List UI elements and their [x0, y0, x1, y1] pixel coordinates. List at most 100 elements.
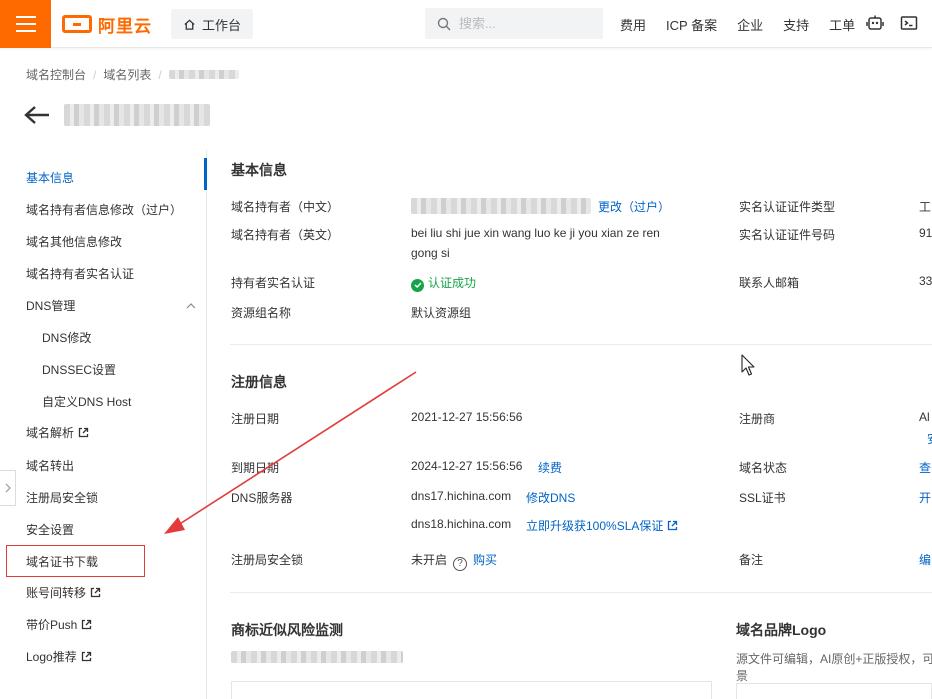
mouse-cursor-icon — [741, 354, 755, 376]
sidebar-item-label: 自定义DNS Host — [42, 395, 132, 409]
chevron-right-icon — [5, 483, 11, 493]
back-arrow-icon[interactable] — [24, 105, 50, 125]
sidebar-item-label: Logo推荐 — [26, 650, 77, 664]
sidebar-item-owner-transfer[interactable]: 域名持有者信息修改（过户） — [26, 201, 182, 218]
registry-lock-status: 未开启? 购买 — [411, 551, 497, 571]
remark-value[interactable]: 编 — [919, 551, 931, 568]
basic-info-title: 基本信息 — [231, 162, 287, 178]
page-title-domain-redacted — [64, 104, 210, 126]
sidebar-item-other-info[interactable]: 域名其他信息修改 — [26, 233, 122, 250]
breadcrumb-domain-console[interactable]: 域名控制台 — [26, 66, 86, 83]
external-link-icon — [668, 520, 678, 531]
cert-number-value: 91 — [919, 226, 932, 240]
sidebar-item-label: DNSSEC设置 — [42, 363, 117, 377]
trademark-card — [231, 681, 712, 699]
resource-group-value: 默认资源组 — [411, 306, 472, 320]
external-link-icon — [78, 427, 89, 438]
sidebar-item-label: DNS修改 — [42, 331, 92, 345]
section-divider — [230, 344, 932, 345]
sidebar-item-basic-info[interactable]: 基本信息 — [26, 169, 74, 186]
sidebar-item-label: 基本信息 — [26, 171, 75, 185]
help-icon[interactable]: ? — [453, 556, 468, 571]
registry-lock-value: 未开启 — [411, 553, 448, 567]
breadcrumb: 域名控制台 / 域名列表 / — [26, 66, 239, 83]
sidebar-item-label: 域名转出 — [26, 459, 75, 473]
breadcrumb-domain-list[interactable]: 域名列表 — [103, 66, 151, 83]
ssl-value[interactable]: 开 — [919, 489, 931, 506]
search-box[interactable] — [425, 8, 603, 39]
workbench-button[interactable]: 工作台 — [171, 9, 253, 39]
terminal-icon[interactable] — [900, 14, 918, 32]
sidebar-item-account-transfer[interactable]: 账号间转移 — [26, 584, 101, 601]
breadcrumb-domain-redacted — [168, 70, 239, 79]
menu-icon[interactable] — [0, 0, 51, 48]
search-input[interactable] — [459, 16, 589, 31]
sidebar-item-label: 带价Push — [26, 618, 78, 632]
annotation-highlight-box — [6, 545, 145, 577]
sidebar-item-dnssec[interactable]: DNSSEC设置 — [42, 361, 116, 378]
sidebar-item-label: 安全设置 — [26, 523, 75, 537]
sidebar-item-label: 域名持有者信息修改（过户） — [26, 203, 183, 217]
domain-status-value[interactable]: 查 — [919, 459, 931, 476]
modify-dns-link[interactable]: 修改DNS — [526, 489, 575, 506]
resource-group-label: 资源组名称 — [231, 306, 292, 320]
sidebar-item-label: 注册局安全锁 — [26, 491, 99, 505]
upgrade-sla-link[interactable]: 立即升级获100%SLA保证 — [526, 517, 678, 534]
sidebar-item-dns-resolve[interactable]: 域名解析 — [26, 424, 89, 441]
cert-type-label: 实名认证证件类型 — [739, 200, 836, 214]
owner-cn-value-redacted — [411, 198, 591, 214]
sidebar-collapse-toggle[interactable] — [0, 470, 16, 506]
sidebar-item-security-settings[interactable]: 安全设置 — [26, 521, 74, 538]
chevron-up-icon — [186, 302, 196, 308]
registrar-value-line2[interactable]: 安 — [927, 430, 932, 447]
registrar-label: 注册商 — [739, 412, 776, 426]
dns-server-1: dns17.hichina.com — [411, 489, 512, 503]
exp-date-value: 2024-12-27 15:56:56 — [411, 459, 523, 473]
sidebar-item-transfer-out[interactable]: 域名转出 — [26, 457, 74, 474]
sidebar-item-price-push[interactable]: 带价Push — [26, 616, 92, 633]
top-nav-links: 费用 ICP 备案 企业 支持 工单 — [620, 0, 875, 48]
breadcrumb-separator: / — [158, 67, 162, 82]
breadcrumb-separator: / — [93, 67, 97, 82]
sidebar-active-indicator — [204, 158, 207, 190]
nav-link-icp[interactable]: ICP 备案 — [666, 15, 717, 34]
sidebar-item-logo-recommend[interactable]: Logo推荐 — [26, 648, 92, 665]
registration-info-title: 注册信息 — [231, 374, 287, 390]
cert-number-label: 实名认证证件号码 — [739, 228, 836, 242]
sidebar-item-dns-management[interactable]: DNS管理 — [26, 297, 196, 314]
brand-name: 阿里云 — [98, 16, 152, 36]
upgrade-sla-label: 立即升级获100%SLA保证 — [526, 519, 664, 533]
workbench-label: 工作台 — [201, 17, 241, 33]
nav-link-ticket[interactable]: 工单 — [829, 15, 855, 34]
contact-email-value: 33 — [919, 274, 932, 288]
top-nav-bar: 阿里云 工作台 费用 ICP 备案 企业 支持 工单 — [0, 0, 932, 48]
brand-logo-card — [736, 683, 932, 699]
sidebar-item-real-name[interactable]: 域名持有者实名认证 — [26, 265, 134, 282]
search-icon — [437, 17, 451, 30]
reg-date-label: 注册日期 — [231, 412, 280, 426]
brand-logo[interactable]: 阿里云 — [62, 12, 152, 36]
external-link-icon — [90, 587, 101, 598]
top-nav-icons — [866, 14, 918, 32]
ssl-label: SSL证书 — [739, 491, 786, 505]
sidebar-item-label: 域名其他信息修改 — [26, 235, 123, 249]
nav-link-enterprise[interactable]: 企业 — [737, 15, 763, 34]
buy-lock-link[interactable]: 购买 — [473, 553, 497, 567]
nav-link-support[interactable]: 支持 — [783, 15, 809, 34]
owner-verify-label: 持有者实名认证 — [231, 276, 316, 290]
robot-icon[interactable] — [866, 14, 884, 32]
renew-link[interactable]: 续费 — [538, 459, 562, 476]
check-circle-icon — [411, 278, 424, 292]
nav-link-billing[interactable]: 费用 — [620, 15, 646, 34]
brand-logo-desc-line1: 源文件可编辑，AI原创+正版授权，可 — [736, 652, 932, 666]
trademark-monitor-title: 商标近似风险监测 — [231, 622, 343, 638]
sidebar-item-custom-dns-host[interactable]: 自定义DNS Host — [42, 393, 131, 410]
home-icon — [184, 18, 195, 30]
sidebar-item-dns-modify[interactable]: DNS修改 — [42, 329, 91, 346]
sidebar-item-registry-lock[interactable]: 注册局安全锁 — [26, 489, 98, 506]
change-owner-link[interactable]: 更改（过户） — [598, 198, 670, 215]
external-link-icon — [81, 651, 91, 662]
annotation-arrow-line — [174, 371, 417, 528]
sidebar-item-label: 账号间转移 — [26, 586, 87, 600]
registrar-value: Al — [919, 410, 930, 424]
